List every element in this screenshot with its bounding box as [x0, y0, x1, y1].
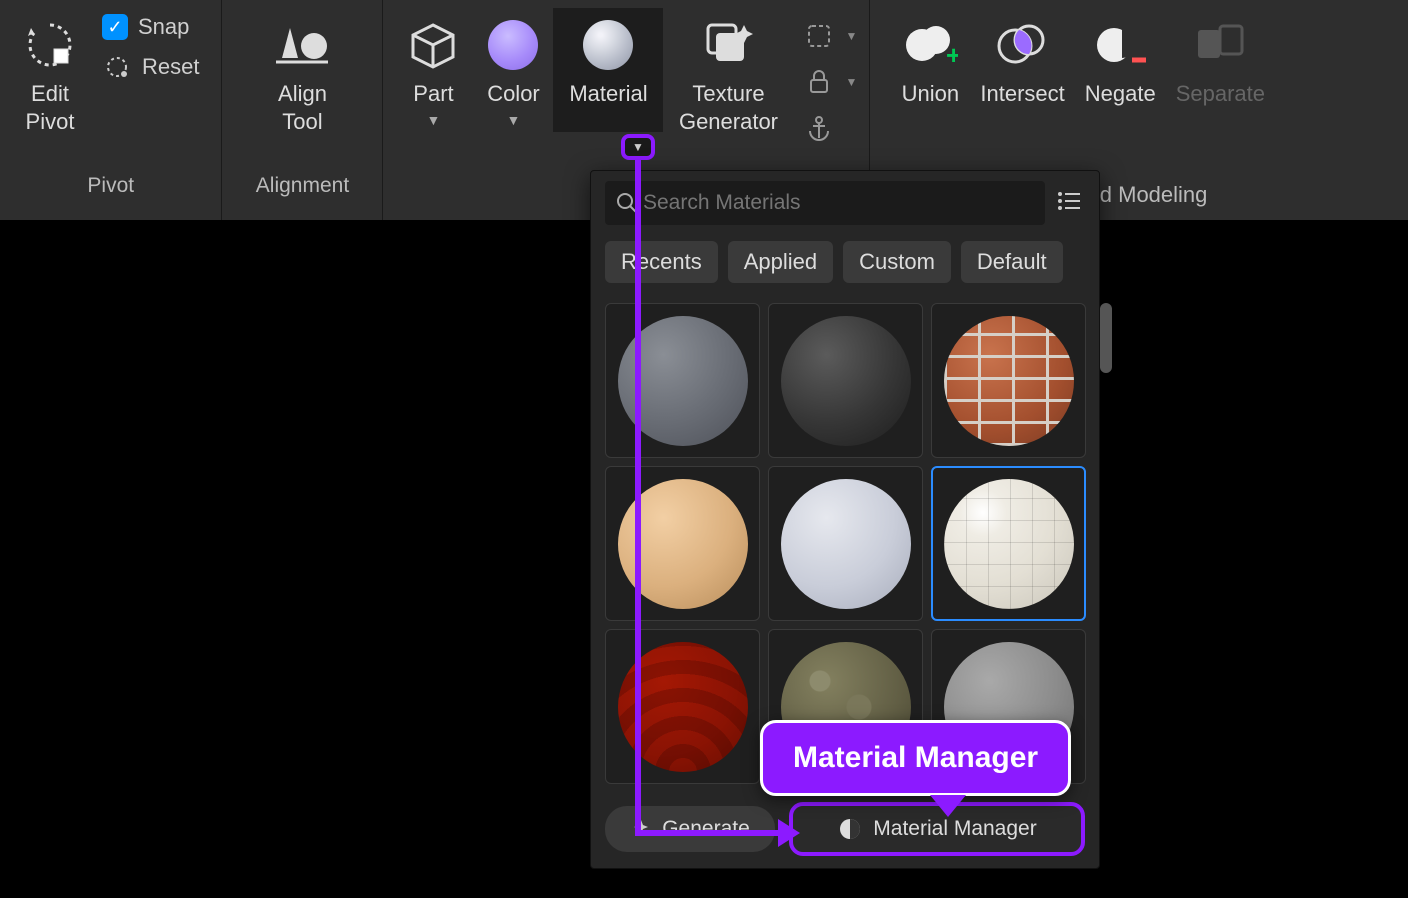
chevron-down-icon: ▼	[845, 75, 857, 89]
material-swatch-wood[interactable]	[605, 466, 760, 621]
material-manager-label: Material Manager	[873, 817, 1036, 841]
group-pivot-label: Pivot	[87, 174, 134, 198]
material-ball-icon	[781, 479, 911, 609]
color-swatch-icon	[488, 14, 538, 76]
anchor-icon	[805, 114, 833, 142]
material-swatch-asphalt[interactable]	[605, 303, 760, 458]
material-ball-icon	[781, 316, 911, 446]
reset-icon	[102, 52, 132, 82]
callout-material-manager: Material Manager	[760, 720, 1071, 796]
union-icon: +	[902, 14, 958, 76]
material-swatch-ceramic-tiles[interactable]	[931, 466, 1086, 621]
material-label: Material	[569, 80, 647, 108]
generate-button[interactable]: Generate	[605, 806, 775, 852]
chevron-down-icon[interactable]: ▼	[427, 112, 441, 128]
align-icon	[272, 14, 332, 76]
texture-label: Texture Generator	[679, 80, 778, 135]
generate-label: Generate	[662, 817, 750, 841]
svg-text:+: +	[946, 40, 958, 70]
tab-default[interactable]: Default	[961, 241, 1063, 283]
material-swatch-basalt[interactable]	[768, 303, 923, 458]
reset-pivot-button[interactable]: Reset	[102, 52, 199, 82]
negate-button[interactable]: Negate	[1075, 8, 1166, 114]
chevron-down-icon[interactable]: ▼	[507, 112, 521, 128]
texture-icon	[700, 14, 756, 76]
material-ball-icon	[944, 479, 1074, 609]
checkbox-checked-icon: ✓	[102, 14, 128, 40]
intersect-label: Intersect	[980, 80, 1064, 108]
align-tool-button[interactable]: Align Tool	[232, 8, 372, 141]
lock-button[interactable]: ▼	[805, 68, 857, 96]
edit-pivot-icon	[24, 14, 76, 76]
tab-recents[interactable]: Recents	[605, 241, 718, 283]
group-alignment: Align Tool Alignment	[222, 0, 383, 220]
color-label: Color	[487, 80, 540, 108]
list-icon	[1055, 187, 1083, 215]
reset-label: Reset	[142, 54, 199, 80]
negate-label: Negate	[1085, 80, 1156, 108]
part-button[interactable]: Part ▼	[393, 8, 473, 134]
anchor-button[interactable]	[805, 114, 857, 142]
cube-icon	[407, 14, 459, 76]
material-sphere-icon	[583, 14, 633, 76]
annotation-arrow	[635, 160, 641, 832]
union-button[interactable]: + Union	[890, 8, 970, 114]
material-swatch-carpet[interactable]	[768, 466, 923, 621]
sparkle-icon	[630, 818, 652, 840]
group-selection-button[interactable]: ▼	[805, 22, 857, 50]
material-swatch-brick[interactable]	[931, 303, 1086, 458]
negate-icon	[1092, 14, 1148, 76]
material-ball-icon	[944, 316, 1074, 446]
material-button[interactable]: Material	[553, 8, 663, 132]
texture-generator-button[interactable]: Texture Generator	[663, 8, 793, 141]
intersect-icon	[995, 14, 1051, 76]
material-swatch-clay-roof-tiles[interactable]	[605, 629, 760, 784]
snap-label: Snap	[138, 14, 189, 40]
lock-icon	[805, 68, 833, 96]
separate-label: Separate	[1176, 80, 1265, 108]
selection-icon	[805, 22, 833, 50]
callout-tail-icon	[930, 795, 966, 817]
part-label: Part	[413, 80, 453, 108]
color-button[interactable]: Color ▼	[473, 8, 553, 134]
view-list-button[interactable]	[1055, 187, 1085, 220]
annotation-arrow	[635, 830, 780, 836]
search-materials-input[interactable]	[639, 187, 1035, 219]
tab-custom[interactable]: Custom	[843, 241, 951, 283]
align-tool-label: Align Tool	[278, 80, 327, 135]
material-tabs: Recents Applied Custom Default	[591, 235, 1099, 289]
callout-text: Material Manager	[793, 741, 1038, 774]
union-label: Union	[902, 80, 959, 108]
chevron-down-icon: ▼	[845, 29, 857, 43]
group-solid-modeling-label: lid Modeling	[1090, 182, 1207, 208]
material-grid	[591, 289, 1100, 784]
search-materials-box[interactable]	[605, 181, 1045, 225]
material-manager-icon	[837, 816, 863, 842]
separate-icon	[1192, 14, 1248, 76]
tab-applied[interactable]: Applied	[728, 241, 833, 283]
group-pivot: Edit Pivot ✓ Snap Reset Pi	[0, 0, 222, 220]
edit-pivot-button[interactable]: Edit Pivot	[10, 8, 90, 141]
material-dropdown-arrow[interactable]: ▼	[621, 134, 655, 160]
scrollbar-thumb[interactable]	[1100, 303, 1112, 373]
separate-button[interactable]: Separate	[1166, 8, 1275, 114]
snap-toggle[interactable]: ✓ Snap	[102, 14, 199, 40]
edit-pivot-label: Edit Pivot	[26, 80, 75, 135]
arrow-head-icon	[778, 819, 800, 847]
intersect-button[interactable]: Intersect	[970, 8, 1074, 114]
group-options-icons: ▼ ▼	[793, 8, 869, 156]
group-alignment-label: Alignment	[256, 174, 349, 198]
